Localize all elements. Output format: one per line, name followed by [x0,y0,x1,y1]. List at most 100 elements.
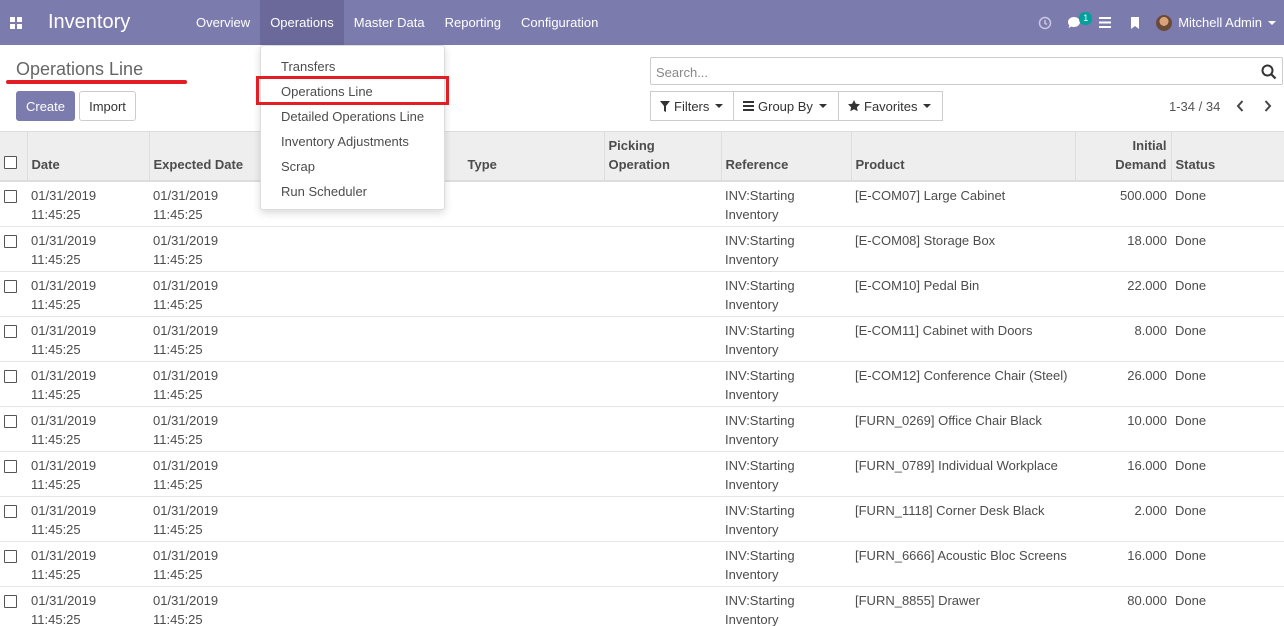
filters-button[interactable]: Filters [650,91,734,121]
column-status[interactable]: Status [1171,131,1284,182]
cell-status: Done [1171,270,1284,316]
row-checkbox[interactable] [4,504,17,518]
reference-value: INV:Starting [725,502,795,518]
group-by-button[interactable]: Group By [733,91,839,121]
table-row[interactable]: 01/31/2019 11:45:25 01/31/2019 11:45:25 INV:… [0,495,1284,541]
row-select-cell[interactable] [0,225,27,271]
menu-master-data[interactable]: Master Data [344,0,435,45]
row-checkbox[interactable] [4,234,17,248]
time-value: 11:45:25 [31,521,81,537]
cell-date: 01/31/2019 11:45:25 [27,180,149,226]
menu-item-run-scheduler[interactable]: Run Scheduler [281,184,367,199]
select-all-checkbox[interactable] [4,156,17,169]
column-expected-date[interactable]: Expected Date [149,131,272,182]
table-row[interactable]: 01/31/2019 11:45:25 01/31/2019 11:45:25 INV:… [0,180,1284,226]
cell-initial-demand: 8.000 [1075,315,1171,361]
cell-product: [E-COM08] Storage Box [851,225,1075,271]
import-button[interactable]: Import [79,91,136,121]
chevron-right-icon[interactable] [1262,98,1274,114]
cell-picking-operation [604,225,721,271]
expected-date-value: 01/31/2019 [153,412,219,428]
menu-item-detailed-operations-line[interactable]: Detailed Operations Line [281,109,424,124]
cell-initial-demand: 22.000 [1075,270,1171,316]
chevron-down-icon [1268,20,1276,25]
select-all-cell[interactable] [0,131,28,182]
menu-item-transfers[interactable]: Transfers [281,59,335,74]
column-date[interactable]: Date [27,131,150,182]
menu-reporting[interactable]: Reporting [435,0,511,45]
cell-date: 01/31/2019 11:45:25 [27,225,149,271]
reference-value-2: Inventory [725,386,779,402]
menu-item-operations-line[interactable]: Operations Line [281,84,373,99]
cell-status: Done [1171,180,1284,226]
cell-status: Done [1171,585,1284,626]
column-picking-operation[interactable]: Picking Operation [604,131,722,182]
row-checkbox[interactable] [4,459,17,473]
user-menu[interactable]: Mitchell Admin [1150,0,1284,45]
row-select-cell[interactable] [0,180,27,226]
favorites-button[interactable]: Favorites [838,91,943,121]
hamburger-list-icon[interactable] [1090,0,1120,45]
expected-date-value: 01/31/2019 [153,457,219,473]
column-product[interactable]: Product [851,131,1076,182]
column-initial-demand[interactable]: Initial Demand [1075,131,1172,182]
bookmark-icon[interactable] [1120,0,1150,45]
menu-item-scrap[interactable]: Scrap [281,159,315,174]
cell-type [271,315,604,361]
column-reference[interactable]: Reference [721,131,852,182]
cell-reference: INV:Starting Inventory [721,540,851,586]
row-checkbox[interactable] [4,324,17,338]
row-checkbox[interactable] [4,549,17,563]
page-title: Operations Line [16,59,144,79]
search-input[interactable]: Search... [650,57,1283,85]
table-row[interactable]: 01/31/2019 11:45:25 01/31/2019 11:45:25 INV:… [0,405,1284,451]
app-title[interactable]: Inventory [48,11,186,34]
row-checkbox[interactable] [4,414,17,428]
cell-reference: INV:Starting Inventory [721,405,851,451]
table-row[interactable]: 01/31/2019 11:45:25 01/31/2019 11:45:25 INV:… [0,225,1284,271]
row-checkbox[interactable] [4,369,17,383]
pager-value[interactable]: 1-34 / 34 [1169,99,1220,114]
table-row[interactable]: 01/31/2019 11:45:25 01/31/2019 11:45:25 INV:… [0,450,1284,496]
reference-value: INV:Starting [725,367,795,383]
cell-date: 01/31/2019 11:45:25 [27,360,149,406]
apps-menu-icon[interactable] [0,0,32,45]
row-select-cell[interactable] [0,540,27,586]
table-row[interactable]: 01/31/2019 11:45:25 01/31/2019 11:45:25 INV:… [0,585,1284,626]
reference-value-2: Inventory [725,566,779,582]
cell-type [271,405,604,451]
row-checkbox[interactable] [4,279,17,293]
create-button[interactable]: Create [16,91,75,121]
row-select-cell[interactable] [0,405,27,451]
cell-initial-demand: 26.000 [1075,360,1171,406]
table-row[interactable]: 01/31/2019 11:45:25 01/31/2019 11:45:25 INV:… [0,270,1284,316]
time-value: 11:45:25 [31,566,81,582]
menu-configuration[interactable]: Configuration [511,0,608,45]
cell-product: [FURN_6666] Acoustic Bloc Screens [851,540,1075,586]
chevron-left-icon[interactable] [1234,98,1246,114]
activity-clock-icon[interactable] [1030,0,1060,45]
row-select-cell[interactable] [0,360,27,406]
row-checkbox[interactable] [4,190,17,203]
table-row[interactable]: 01/31/2019 11:45:25 01/31/2019 11:45:25 INV:… [0,360,1284,406]
search-icon[interactable] [1261,64,1277,80]
cell-status: Done [1171,360,1284,406]
menu-operations[interactable]: Operations [260,0,344,45]
menu-item-inventory-adjustments[interactable]: Inventory Adjustments [281,134,409,149]
menu-overview[interactable]: Overview [186,0,260,45]
table-row[interactable]: 01/31/2019 11:45:25 01/31/2019 11:45:25 INV:… [0,540,1284,586]
reference-value-2: Inventory [725,251,779,267]
row-select-cell[interactable] [0,585,27,626]
table-row[interactable]: 01/31/2019 11:45:25 01/31/2019 11:45:25 INV:… [0,315,1284,361]
row-select-cell[interactable] [0,315,27,361]
cell-status: Done [1171,225,1284,271]
reference-value-2: Inventory [725,341,779,357]
row-select-cell[interactable] [0,495,27,541]
row-select-cell[interactable] [0,450,27,496]
row-checkbox[interactable] [4,594,17,608]
messaging-chat-icon[interactable]: 1 [1060,0,1093,45]
row-select-cell[interactable] [0,270,27,316]
expected-time-value: 11:45:25 [153,251,203,267]
systray: 1 Mitchell Admin [1030,0,1284,45]
time-value: 11:45:25 [31,431,81,447]
